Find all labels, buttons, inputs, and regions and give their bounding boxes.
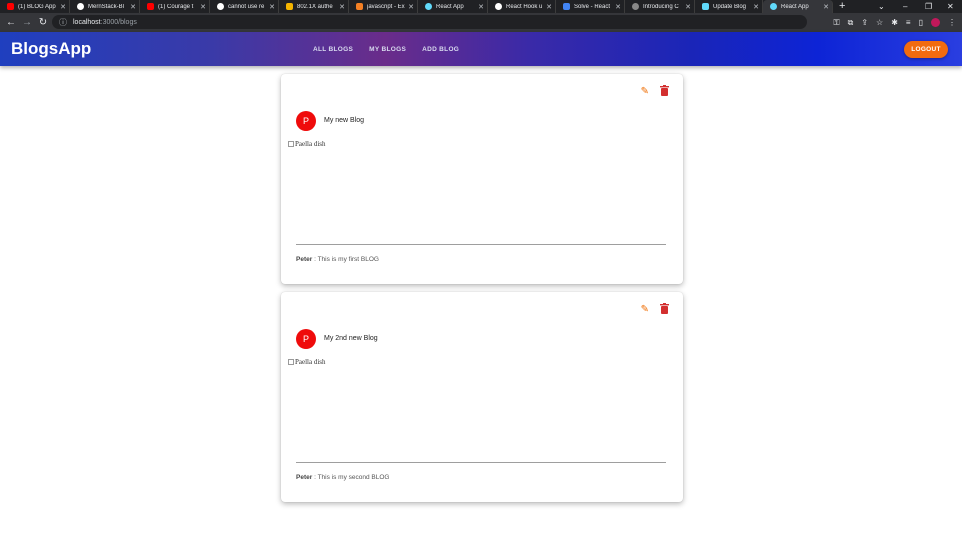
- pencil-icon[interactable]: ✎: [641, 86, 649, 97]
- close-tab-icon[interactable]: ✕: [339, 3, 345, 11]
- forward-icon[interactable]: →: [22, 17, 32, 28]
- browser-tab[interactable]: cannot use re ✕: [210, 0, 279, 13]
- reading-list-icon[interactable]: ≡: [906, 18, 911, 27]
- site-icon: [563, 3, 570, 10]
- close-tab-icon[interactable]: ✕: [546, 3, 552, 11]
- reload-icon[interactable]: ↻: [38, 17, 48, 28]
- close-tab-icon[interactable]: ✕: [753, 3, 759, 11]
- blog-title: My 2nd new Blog: [324, 335, 378, 342]
- browser-tab[interactable]: MernStack-Bl ✕: [70, 0, 140, 13]
- minimize-icon[interactable]: –: [903, 0, 907, 13]
- restore-icon[interactable]: ❐: [925, 0, 932, 13]
- nav-tabs: ALL BLOGS MY BLOGS ADD BLOG: [305, 32, 467, 66]
- app-bar: BlogsApp ALL BLOGS MY BLOGS ADD BLOG LOG…: [0, 32, 962, 66]
- browser-tab[interactable]: React App ✕: [418, 0, 488, 13]
- browser-tab[interactable]: 802.1X authe ✕: [279, 0, 349, 13]
- tab-my-blogs[interactable]: MY BLOGS: [369, 46, 406, 53]
- react-icon: [770, 3, 777, 10]
- google-icon: [217, 3, 224, 10]
- extensions-icon[interactable]: ✱: [891, 18, 898, 27]
- key-icon[interactable]: ⚿: [834, 18, 840, 28]
- close-tab-icon[interactable]: ✕: [408, 3, 414, 11]
- site-info-icon[interactable]: ⓘ: [59, 17, 67, 28]
- pencil-icon[interactable]: ✎: [641, 304, 649, 315]
- address-bar[interactable]: ⓘ localhost:3000/blogs: [52, 15, 807, 29]
- browser-tab[interactable]: Introducing C ✕: [625, 0, 695, 13]
- blog-description: Peter : This is my first BLOG: [296, 256, 379, 263]
- avatar: P: [296, 329, 316, 349]
- broken-image-icon: [288, 141, 294, 147]
- menu-icon[interactable]: ⋮: [948, 18, 956, 27]
- browser-tab[interactable]: (1) Courage t ✕: [140, 0, 210, 13]
- blog-card: ✎ P My new Blog Paella dish Peter : This…: [281, 74, 683, 284]
- logout-button[interactable]: LOGOUT: [904, 41, 948, 58]
- browser-tab[interactable]: Solve - React ✕: [556, 0, 625, 13]
- close-tab-icon[interactable]: ✕: [685, 3, 691, 11]
- trash-icon[interactable]: [660, 85, 669, 96]
- side-panel-icon[interactable]: ▯: [919, 18, 923, 27]
- share-icon[interactable]: ⇪: [861, 18, 868, 27]
- url-text[interactable]: localhost:3000/blogs: [73, 19, 137, 26]
- blog-title: My new Blog: [324, 117, 365, 124]
- github-icon: [77, 3, 84, 10]
- new-tab-button[interactable]: +: [839, 0, 845, 13]
- youtube-icon: [7, 3, 14, 10]
- tab-add-blog[interactable]: ADD BLOG: [422, 46, 459, 53]
- blog-image: Paella dish: [288, 358, 326, 366]
- close-tab-icon[interactable]: ✕: [60, 3, 66, 11]
- react-icon: [425, 3, 432, 10]
- blog-image: Paella dish: [288, 140, 326, 148]
- close-tab-icon[interactable]: ✕: [478, 3, 484, 11]
- profile-avatar[interactable]: [931, 18, 940, 27]
- react-icon: [702, 3, 709, 10]
- browser-tab[interactable]: React Hook u ✕: [488, 0, 556, 13]
- divider: [296, 244, 666, 245]
- star-icon[interactable]: ☆: [876, 18, 883, 27]
- trash-icon[interactable]: [660, 303, 669, 314]
- close-tab-icon[interactable]: ✕: [823, 3, 829, 11]
- close-window-icon[interactable]: ✕: [947, 0, 954, 13]
- avatar: P: [296, 111, 316, 131]
- toolbar-icons: ⚿ ⧉ ⇪ ☆ ✱ ≡ ▯ ⋮: [834, 13, 956, 32]
- divider: [296, 462, 666, 463]
- youtube-icon: [147, 3, 154, 10]
- tab-all-blogs[interactable]: ALL BLOGS: [313, 46, 353, 53]
- app-logo: BlogsApp: [11, 39, 92, 58]
- browser-tab[interactable]: (1) BLOG App ✕: [0, 0, 70, 13]
- close-tab-icon[interactable]: ✕: [269, 3, 275, 11]
- windows-icon: [286, 3, 293, 10]
- blog-description: Peter : This is my second BLOG: [296, 474, 390, 481]
- tab-search-icon[interactable]: ⌄: [878, 0, 885, 13]
- browser-tab-active[interactable]: React App ✕: [763, 0, 833, 13]
- browser-toolbar: ← → ↻ ⓘ localhost:3000/blogs ⚿ ⧉ ⇪ ☆ ✱ ≡…: [0, 13, 962, 32]
- blog-card: ✎ P My 2nd new Blog Paella dish Peter : …: [281, 292, 683, 502]
- close-tab-icon[interactable]: ✕: [615, 3, 621, 11]
- browser-tab[interactable]: Update Blog ✕: [695, 0, 763, 13]
- close-tab-icon[interactable]: ✕: [200, 3, 206, 11]
- install-icon[interactable]: ⧉: [848, 18, 854, 28]
- browser-tab[interactable]: javascript - Ex ✕: [349, 0, 418, 13]
- site-icon: [632, 3, 639, 10]
- back-icon[interactable]: ←: [6, 17, 16, 28]
- close-tab-icon[interactable]: ✕: [130, 3, 136, 11]
- broken-image-icon: [288, 359, 294, 365]
- stackoverflow-icon: [356, 3, 363, 10]
- google-icon: [495, 3, 502, 10]
- browser-tab-bar: (1) BLOG App ✕ MernStack-Bl ✕ (1) Courage …: [0, 0, 962, 13]
